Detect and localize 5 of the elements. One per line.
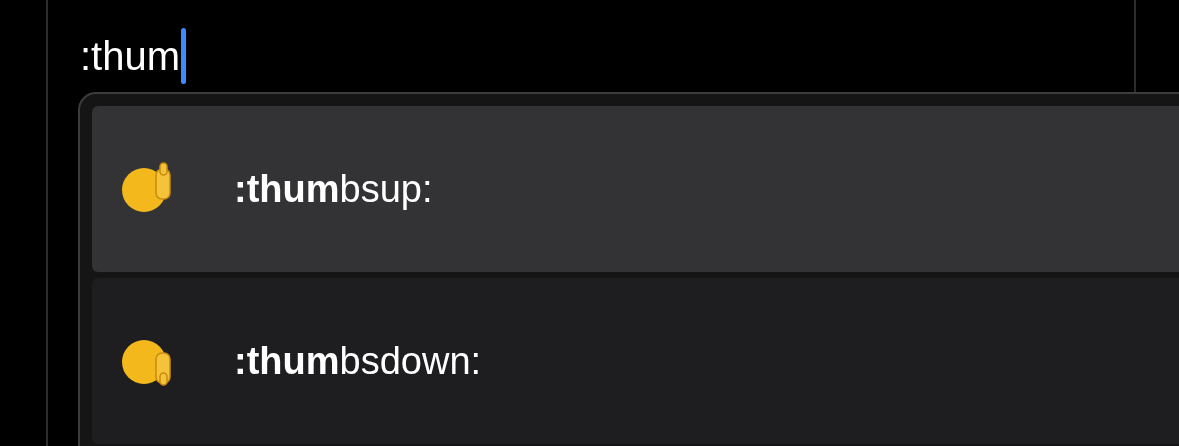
suggestion-item[interactable]: :thumbsup: (92, 106, 1179, 272)
suggestion-item[interactable]: :thumbsdown: (92, 278, 1179, 444)
suggestion-label: :thumbsup: (234, 167, 433, 211)
suggestion-label: :thumbsdown: (234, 339, 482, 383)
input-field[interactable]: :thum (80, 28, 181, 84)
